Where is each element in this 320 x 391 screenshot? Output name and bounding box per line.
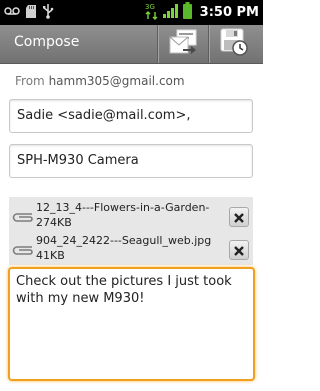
message-body-field[interactable]: Check out the pictures I just took with … (8, 267, 255, 381)
status-bar: 3G 3:50 PM (0, 0, 263, 25)
subject-field[interactable]: SPH-M930 Camera (9, 144, 253, 178)
to-field[interactable]: Sadie <sadie@mail.com>, (9, 99, 253, 133)
close-icon (234, 241, 244, 260)
voicemail-icon (4, 6, 20, 16)
signal-icon (162, 3, 179, 22)
remove-attachment-button[interactable] (229, 240, 249, 260)
status-time: 3:50 PM (199, 5, 259, 20)
title-bar: Compose (0, 25, 263, 64)
page-title: Compose (14, 34, 80, 50)
usb-icon (42, 3, 54, 19)
attachment-item: 12_13_4---Flowers-in-a-Garden- 274KB (9, 199, 253, 233)
from-row: From hamm305@gmail.com (15, 74, 185, 88)
from-label: From (15, 74, 45, 88)
from-address: hamm305@gmail.com (48, 74, 185, 88)
svg-text:3G: 3G (145, 3, 155, 11)
attachment-name: 12_13_4---Flowers-in-a-Garden- (36, 201, 210, 214)
send-button[interactable] (158, 25, 208, 63)
data-activity-icon: 3G (145, 2, 159, 24)
save-draft-icon (220, 28, 248, 60)
sd-card-icon (26, 4, 36, 18)
save-draft-button[interactable] (209, 25, 259, 63)
close-icon (234, 208, 244, 227)
battery-icon (182, 2, 192, 23)
attachment-size: 41KB (36, 249, 65, 262)
send-icon (169, 29, 197, 59)
attachment-name: 904_24_2422---Seagull_web.jpg (36, 234, 212, 247)
attachments-list: 12_13_4---Flowers-in-a-Garden- 274KB 904… (9, 197, 253, 265)
attachment-size: 274KB (36, 216, 72, 229)
remove-attachment-button[interactable] (229, 207, 249, 227)
paperclip-icon (12, 241, 34, 260)
paperclip-icon (12, 208, 34, 227)
attachment-item: 904_24_2422---Seagull_web.jpg 41KB (9, 232, 253, 266)
